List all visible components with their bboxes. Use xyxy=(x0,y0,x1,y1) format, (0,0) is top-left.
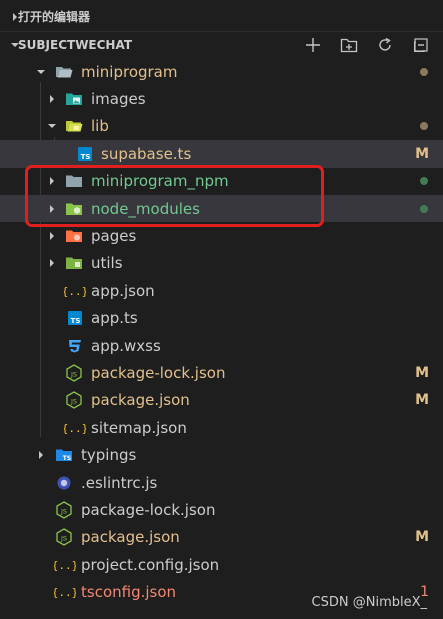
tree-label: tsconfig.json xyxy=(81,583,177,602)
pages-folder-icon xyxy=(65,227,83,245)
tree-file-root-package-lock-json[interactable]: JS package-lock.json xyxy=(0,496,443,523)
collapse-all-icon[interactable] xyxy=(403,30,439,60)
nodejs-file-icon: JS xyxy=(55,528,73,547)
tree-label: images xyxy=(91,90,146,109)
new-file-icon[interactable] xyxy=(295,30,331,60)
explorer-toolbar xyxy=(295,30,439,60)
chevron-right-icon xyxy=(47,258,57,268)
tree-label: package-lock.json xyxy=(91,363,226,382)
chevron-right-icon xyxy=(10,12,20,22)
refresh-icon[interactable] xyxy=(367,30,403,60)
watermark-text: CSDN @NimbleX_ xyxy=(311,595,427,610)
chevron-right-icon xyxy=(36,450,46,460)
json-file-icon: {..} xyxy=(54,556,76,574)
tree-label: app.wxss xyxy=(91,336,161,355)
chevron-down-icon xyxy=(10,40,20,50)
tree-label: lib xyxy=(91,117,109,136)
tree-file-root-package-json[interactable]: JS package.json M xyxy=(0,524,443,551)
nodejs-file-icon: JS xyxy=(65,364,83,382)
tree-folder-lib[interactable]: lib xyxy=(0,113,443,140)
chevron-right-icon xyxy=(47,94,57,104)
untracked-dot xyxy=(420,177,428,186)
json-file-icon: {..} xyxy=(64,282,86,300)
svg-text:TS: TS xyxy=(81,153,91,161)
tree-label: sitemap.json xyxy=(91,418,187,437)
project-title: SUBJECTWECHAT xyxy=(18,38,133,52)
tree-file-package-json[interactable]: JS package.json M xyxy=(0,387,443,414)
modified-dot xyxy=(420,67,428,76)
utils-folder-icon xyxy=(65,254,83,272)
open-editors-title: 打开的编辑器 xyxy=(18,10,91,24)
untracked-dot xyxy=(420,204,428,213)
project-header[interactable]: SUBJECTWECHAT xyxy=(0,30,443,60)
tree-label: package.json xyxy=(81,528,180,547)
modified-badge: M xyxy=(415,145,429,162)
typescript-file-icon: TS xyxy=(76,145,94,163)
tree-file-app-json[interactable]: {..} app.json xyxy=(0,277,443,304)
highlight-annotation-box xyxy=(25,165,324,227)
typings-folder-icon: TS xyxy=(55,446,73,464)
svg-text:{..}: {..} xyxy=(54,586,76,599)
svg-text:JS: JS xyxy=(60,507,67,515)
tree-label: package-lock.json xyxy=(81,500,216,519)
svg-text:JS: JS xyxy=(70,370,77,378)
tree-label: supabase.ts xyxy=(101,144,192,163)
chevron-down-icon xyxy=(36,67,46,77)
chevron-down-icon xyxy=(47,121,57,131)
tree-file-app-wxss[interactable]: app.wxss xyxy=(0,332,443,359)
tree-file-project-config-json[interactable]: {..} project.config.json xyxy=(0,551,443,578)
svg-text:JS: JS xyxy=(60,535,67,543)
modified-badge: M xyxy=(415,364,429,381)
modified-dot xyxy=(420,122,428,131)
json-file-icon: {..} xyxy=(64,419,86,437)
lib-folder-icon xyxy=(65,117,83,135)
tree-label: .eslintrc.js xyxy=(81,473,158,492)
tree-folder-utils[interactable]: utils xyxy=(0,250,443,277)
tree-label: app.json xyxy=(91,281,155,300)
svg-text:{..}: {..} xyxy=(64,285,86,298)
tree-label: utils xyxy=(91,254,123,273)
chevron-right-icon xyxy=(47,231,57,241)
tree-file-sitemap-json[interactable]: {..} sitemap.json xyxy=(0,414,443,441)
svg-text:{..}: {..} xyxy=(54,559,76,572)
tree-folder-images[interactable]: images xyxy=(0,85,443,112)
tree-label: app.ts xyxy=(91,309,138,328)
tree-file-eslintrc[interactable]: .eslintrc.js xyxy=(0,469,443,496)
css-file-icon xyxy=(66,337,84,355)
file-tree: miniprogram images lib TS supabase.ts M … xyxy=(0,58,443,606)
svg-text:JS: JS xyxy=(70,398,77,406)
new-folder-icon[interactable] xyxy=(331,30,367,60)
tree-folder-typings[interactable]: TS typings xyxy=(0,441,443,468)
tree-file-supabase-ts[interactable]: TS supabase.ts M xyxy=(0,140,443,168)
folder-open-icon xyxy=(55,63,73,81)
svg-text:TS: TS xyxy=(71,317,81,325)
tree-label: package.json xyxy=(91,391,190,410)
tree-label: project.config.json xyxy=(81,555,220,574)
eslint-file-icon xyxy=(55,474,73,492)
typescript-file-icon: TS xyxy=(66,309,84,327)
nodejs-file-icon: JS xyxy=(55,501,73,519)
tree-label: typings xyxy=(81,446,137,465)
tree-folder-miniprogram[interactable]: miniprogram xyxy=(0,58,443,85)
svg-text:TS: TS xyxy=(63,455,71,462)
tree-file-app-ts[interactable]: TS app.ts xyxy=(0,305,443,332)
json-file-icon: {..} xyxy=(54,583,76,601)
tree-label: miniprogram xyxy=(81,62,178,81)
modified-badge: M xyxy=(415,392,429,409)
images-folder-icon xyxy=(65,90,83,108)
open-editors-header[interactable]: 打开的编辑器 xyxy=(0,2,443,32)
modified-badge: M xyxy=(415,529,429,546)
tree-label: pages xyxy=(91,227,137,246)
nodejs-file-icon: JS xyxy=(65,391,83,410)
tree-file-package-lock-json[interactable]: JS package-lock.json M xyxy=(0,359,443,386)
svg-text:{..}: {..} xyxy=(64,422,86,435)
